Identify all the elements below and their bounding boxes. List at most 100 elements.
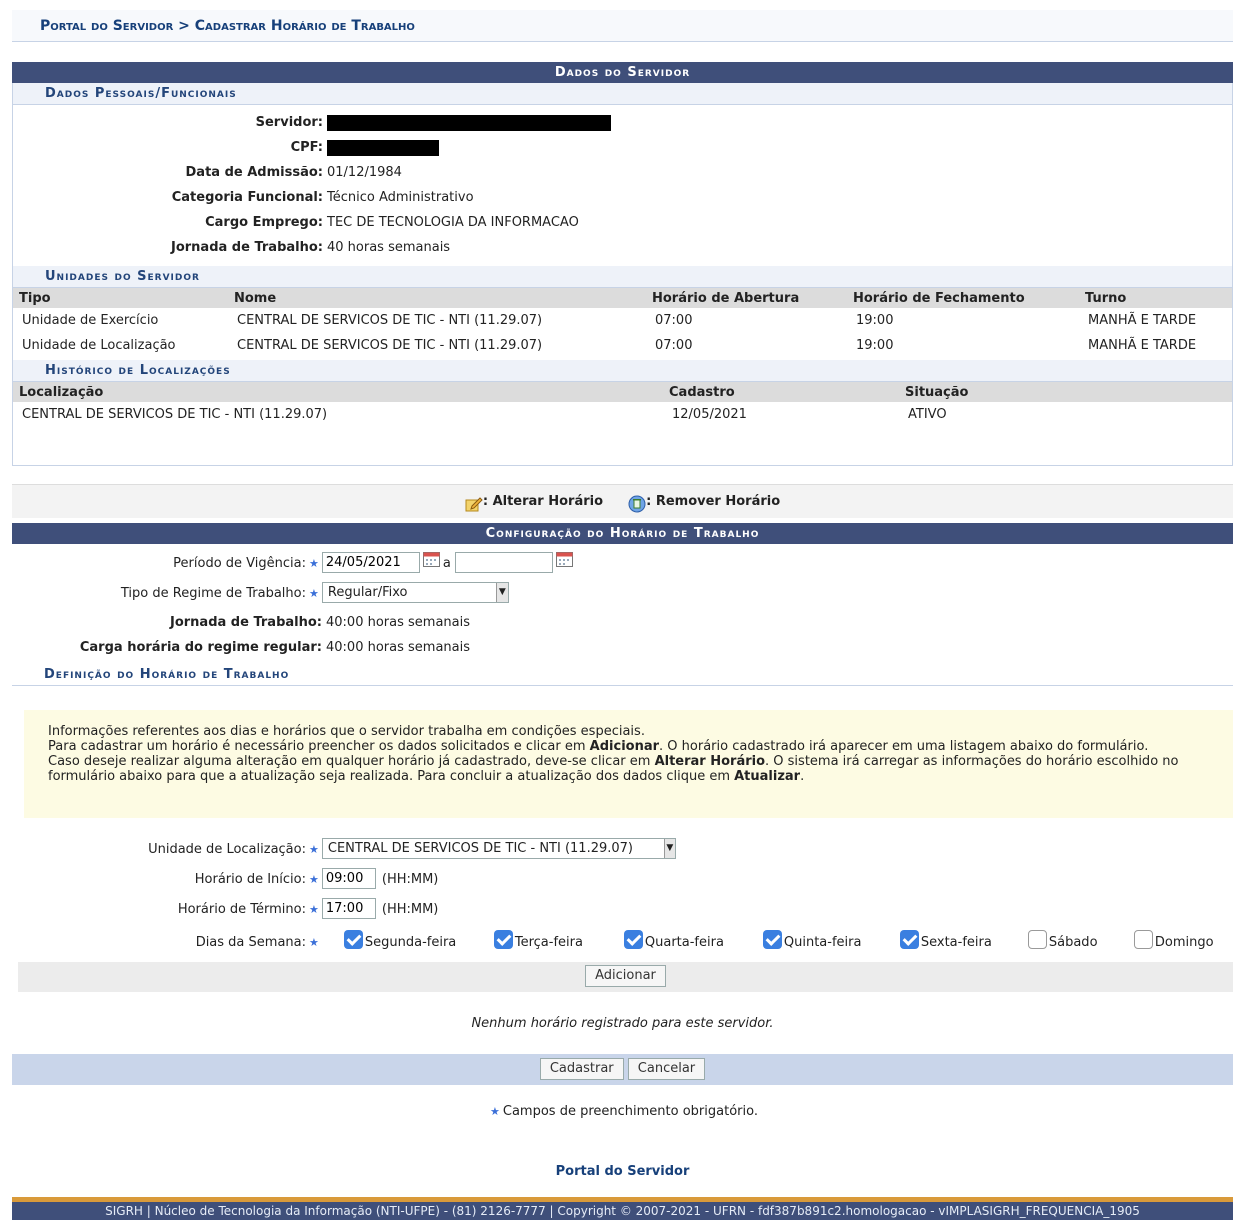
carga-row: Carga horária do regime regular: 40:00 h…: [12, 635, 1233, 660]
required-star-icon: ★: [309, 843, 319, 856]
col-turno: Turno: [1079, 288, 1232, 308]
cell-abertura: 07:00: [655, 338, 693, 353]
cell-tipo: Unidade de Exercício: [22, 313, 159, 328]
termino-row: Horário de Término: ★ (HH:MM): [12, 898, 1233, 928]
legend-remover: : Remover Horário: [646, 494, 781, 509]
chevron-down-icon: ▼: [495, 583, 508, 602]
regime-select[interactable]: Regular/Fixo ▼: [321, 582, 509, 603]
unidades-table: Tipo Nome Horário de Abertura Horário de…: [13, 288, 1232, 358]
jornada-row: Jornada de Trabalho: 40 horas semanais: [13, 235, 1232, 260]
termino-label: Horário de Término:: [177, 902, 306, 917]
adicionar-bar: Adicionar: [18, 962, 1233, 992]
termino-input[interactable]: [321, 898, 376, 919]
dias-label: Dias da Semana:: [195, 935, 306, 950]
notice-line-1: Informações referentes aos dias e horári…: [48, 724, 645, 739]
unidade-value: CENTRAL DE SERVICOS DE TIC - NTI (11.29.…: [327, 841, 634, 856]
footer: SIGRH | Núcleo de Tecnologia da Informaç…: [12, 1197, 1233, 1220]
config-jornada-value: 40:00 horas semanais: [326, 615, 470, 630]
notice-line-2: Para cadastrar um horário é necessário p…: [48, 739, 1149, 754]
dados-pessoais-header: Dados Pessoais/Funcionais: [13, 83, 1232, 105]
carga-label: Carga horária do regime regular:: [79, 640, 322, 655]
required-note: ★ Campos de preenchimento obrigatório.: [12, 1104, 1233, 1119]
historico-table: Localização Cadastro Situação CENTRAL DE…: [13, 382, 1232, 427]
periodo-fim-input[interactable]: [454, 552, 553, 573]
historico-header-row: Localização Cadastro Situação: [13, 382, 1232, 402]
cargo-row: Cargo Emprego: TEC DE TECNOLOGIA DA INFO…: [13, 210, 1232, 235]
adicionar-button[interactable]: Adicionar: [585, 965, 666, 987]
checkbox-checked-icon[interactable]: [762, 930, 782, 949]
unidade-label: Unidade de Localização:: [148, 842, 306, 857]
checkbox-checked-icon[interactable]: [343, 930, 363, 949]
unidade-row: Unidade de Localização: ★ CENTRAL DE SER…: [12, 838, 1233, 868]
required-star-icon: ★: [490, 1105, 500, 1118]
categoria-label: Categoria Funcional:: [171, 190, 323, 205]
regime-label: Tipo de Regime de Trabalho:: [120, 586, 306, 601]
portal-link[interactable]: Portal do Servidor: [12, 1164, 1233, 1179]
cpf-redacted: [327, 139, 439, 156]
historico-header: Histórico de Localizações: [13, 360, 1232, 382]
cell-tipo: Unidade de Localização: [22, 338, 176, 353]
inicio-label: Horário de Início:: [194, 872, 306, 887]
carga-value: 40:00 horas semanais: [326, 640, 470, 655]
checkbox-checked-icon[interactable]: [623, 930, 643, 949]
cell-cadastro: 12/05/2021: [672, 407, 747, 422]
servidor-label: Servidor:: [255, 115, 323, 130]
checkbox-unchecked-icon[interactable]: [1133, 930, 1153, 949]
required-star-icon: ★: [309, 557, 319, 570]
cell-localizacao: CENTRAL DE SERVICOS DE TIC - NTI (11.29.…: [22, 407, 328, 422]
dia-sabado[interactable]: Sábado: [1027, 928, 1134, 960]
unidades-header: Unidades do Servidor: [13, 266, 1232, 288]
chevron-down-icon: ▼: [663, 839, 675, 858]
config-header: Configuração do Horário de Trabalho: [12, 523, 1233, 544]
dia-quarta[interactable]: Quarta-feira: [623, 928, 763, 960]
dia-domingo[interactable]: Domingo: [1133, 928, 1214, 960]
checkbox-checked-icon[interactable]: [899, 930, 919, 949]
inicio-row: Horário de Início: ★ (HH:MM): [12, 868, 1233, 898]
required-star-icon: ★: [309, 903, 319, 916]
dados-servidor-panel: Dados do Servidor Dados Pessoais/Funcion…: [12, 62, 1233, 466]
cadastrar-button[interactable]: Cadastrar: [539, 1058, 624, 1080]
cancelar-button[interactable]: Cancelar: [627, 1058, 706, 1080]
checkbox-checked-icon[interactable]: [493, 930, 513, 949]
dia-sexta[interactable]: Sexta-feira: [899, 928, 1028, 960]
table-row: Unidade de Localização CENTRAL DE SERVIC…: [13, 333, 1232, 358]
config-jornada-row: Jornada de Trabalho: 40:00 horas semanai…: [12, 610, 1233, 635]
unidades-header-row: Tipo Nome Horário de Abertura Horário de…: [13, 288, 1232, 308]
inicio-input[interactable]: [321, 868, 376, 889]
edit-icon: [465, 493, 483, 511]
col-nome: Nome: [228, 288, 646, 308]
definicao-header: Definição do Horário de Trabalho: [12, 664, 1233, 686]
legend-bar: : Alterar Horário : Remover Horário: [12, 484, 1233, 518]
categoria-value: Técnico Administrativo: [327, 190, 474, 205]
table-row: Unidade de Exercício CENTRAL DE SERVICOS…: [13, 308, 1232, 333]
required-star-icon: ★: [309, 936, 319, 949]
breadcrumb: Portal do Servidor > Cadastrar Horário d…: [12, 10, 1233, 42]
inicio-format: (HH:MM): [381, 872, 439, 887]
definicao-form: Unidade de Localização: ★ CENTRAL DE SER…: [12, 838, 1233, 960]
calendar-icon[interactable]: [422, 552, 440, 567]
col-situacao: Situação: [899, 382, 1232, 402]
checkbox-unchecked-icon[interactable]: [1027, 930, 1047, 949]
cell-nome: CENTRAL DE SERVICOS DE TIC - NTI (11.29.…: [237, 313, 543, 328]
table-row: CENTRAL DE SERVICOS DE TIC - NTI (11.29.…: [13, 402, 1232, 427]
periodo-inicio-input[interactable]: [321, 552, 420, 573]
cargo-label: Cargo Emprego:: [205, 215, 323, 230]
actions-bar: Cadastrar Cancelar: [12, 1054, 1233, 1085]
servidor-redacted: [327, 114, 611, 131]
periodo-sep: a: [442, 556, 451, 571]
cell-fechamento: 19:00: [856, 313, 894, 328]
cpf-row: CPF:: [13, 135, 1232, 160]
dia-terca[interactable]: Terça-feira: [493, 928, 624, 960]
dia-quinta[interactable]: Quinta-feira: [762, 928, 900, 960]
jornada-label: Jornada de Trabalho:: [170, 240, 323, 255]
cargo-value: TEC DE TECNOLOGIA DA INFORMACAO: [327, 215, 579, 230]
page: Portal do Servidor > Cadastrar Horário d…: [0, 0, 1233, 1220]
trash-icon: [628, 493, 646, 512]
config-jornada-label: Jornada de Trabalho:: [169, 615, 322, 630]
unidade-select[interactable]: CENTRAL DE SERVICOS DE TIC - NTI (11.29.…: [321, 838, 676, 859]
info-notice: Informações referentes aos dias e horári…: [24, 710, 1233, 818]
calendar-icon[interactable]: [555, 552, 573, 567]
cell-turno: MANHÃ E TARDE: [1088, 313, 1197, 328]
admissao-value: 01/12/1984: [327, 165, 402, 180]
dia-segunda[interactable]: Segunda-feira: [343, 928, 494, 960]
